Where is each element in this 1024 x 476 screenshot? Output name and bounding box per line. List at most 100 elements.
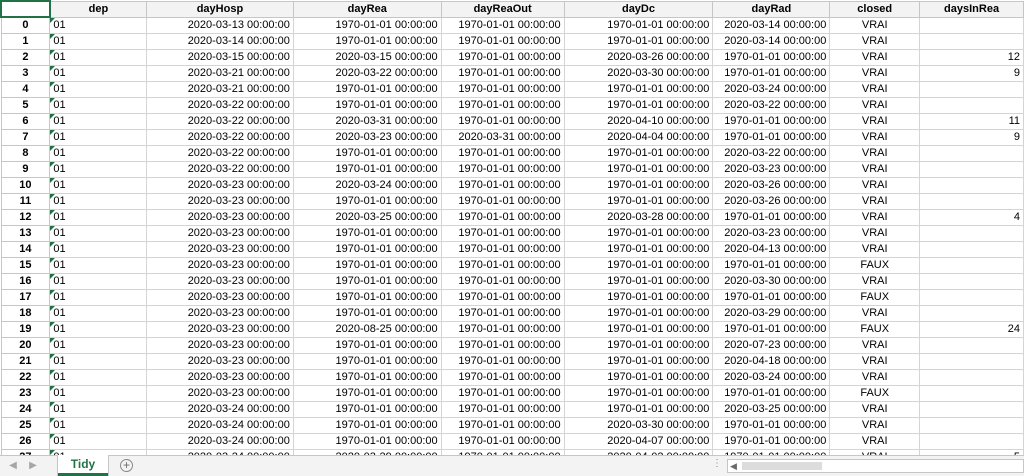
- row-header[interactable]: 16: [0, 273, 51, 290]
- cell-closed[interactable]: VRAI: [829, 161, 921, 178]
- cell-dayreaout[interactable]: 1970-01-01 00:00:00: [440, 113, 565, 130]
- tab-split-handle-icon[interactable]: ⋮: [712, 458, 723, 469]
- horizontal-scrollbar[interactable]: ◀: [727, 459, 1024, 473]
- cell-closed[interactable]: FAUX: [829, 385, 921, 402]
- row-header[interactable]: 23: [0, 385, 51, 402]
- cell-dayrad[interactable]: 2020-03-24 00:00:00: [712, 81, 831, 98]
- cell-closed[interactable]: VRAI: [829, 113, 921, 130]
- cell-dayhosp[interactable]: 2020-03-23 00:00:00: [146, 353, 294, 370]
- cell-dayrad[interactable]: 2020-03-30 00:00:00: [712, 273, 831, 290]
- cell-dayrea[interactable]: 1970-01-01 00:00:00: [292, 241, 442, 258]
- cell-dep[interactable]: 01: [49, 209, 148, 226]
- cell-dayrea[interactable]: 1970-01-01 00:00:00: [292, 97, 442, 114]
- cell-closed[interactable]: VRAI: [829, 65, 921, 82]
- cell-dayhosp[interactable]: 2020-03-13 00:00:00: [146, 16, 294, 34]
- row-header[interactable]: 2: [0, 49, 51, 66]
- cell-daydc[interactable]: 1970-01-01 00:00:00: [563, 273, 714, 290]
- cell-closed[interactable]: VRAI: [829, 433, 921, 450]
- cell-closed[interactable]: VRAI: [829, 225, 921, 242]
- cell-dayreaout[interactable]: 1970-01-01 00:00:00: [440, 225, 565, 242]
- cell-dep[interactable]: 01: [49, 353, 148, 370]
- cell-dayreaout[interactable]: 1970-01-01 00:00:00: [440, 417, 565, 434]
- cell-dayrea[interactable]: 1970-01-01 00:00:00: [292, 33, 442, 50]
- cell-dayrad[interactable]: 2020-03-14 00:00:00: [712, 16, 831, 34]
- cell-daydc[interactable]: 2020-04-10 00:00:00: [563, 113, 714, 130]
- cell-daydc[interactable]: 1970-01-01 00:00:00: [563, 257, 714, 274]
- cell-dayrea[interactable]: 1970-01-01 00:00:00: [292, 273, 442, 290]
- cell-dep[interactable]: 01: [49, 369, 148, 386]
- cell-dayreaout[interactable]: 1970-01-01 00:00:00: [440, 385, 565, 402]
- cell-dayhosp[interactable]: 2020-03-23 00:00:00: [146, 321, 294, 338]
- cell-dep[interactable]: 01: [49, 193, 148, 210]
- cell-daydc[interactable]: 1970-01-01 00:00:00: [563, 193, 714, 210]
- scrollbar-thumb[interactable]: [742, 462, 822, 470]
- column-header-dayrad[interactable]: dayRad: [712, 0, 831, 18]
- cell-dep[interactable]: 01: [49, 225, 148, 242]
- cell-dayreaout[interactable]: 1970-01-01 00:00:00: [440, 49, 565, 66]
- cell-closed[interactable]: VRAI: [829, 145, 921, 162]
- column-header-daysinrea[interactable]: daysInRea: [919, 0, 1024, 18]
- cell-dayrad[interactable]: 2020-03-14 00:00:00: [712, 33, 831, 50]
- cell-dayrea[interactable]: 2020-08-25 00:00:00: [292, 321, 442, 338]
- cell-daysinrea[interactable]: [919, 145, 1024, 162]
- cell-closed[interactable]: VRAI: [829, 129, 921, 146]
- cell-dayreaout[interactable]: 1970-01-01 00:00:00: [440, 145, 565, 162]
- cell-daysinrea[interactable]: [919, 81, 1024, 98]
- cell-dayreaout[interactable]: 1970-01-01 00:00:00: [440, 193, 565, 210]
- cell-daydc[interactable]: 1970-01-01 00:00:00: [563, 16, 714, 34]
- cell-dayreaout[interactable]: 1970-01-01 00:00:00: [440, 289, 565, 306]
- cell-daysinrea[interactable]: [919, 337, 1024, 354]
- cell-dayreaout[interactable]: 1970-01-01 00:00:00: [440, 241, 565, 258]
- cell-dayrea[interactable]: 2020-03-25 00:00:00: [292, 209, 442, 226]
- cell-dayrad[interactable]: 2020-03-24 00:00:00: [712, 369, 831, 386]
- cell-dep[interactable]: 01: [49, 97, 148, 114]
- cell-closed[interactable]: FAUX: [829, 289, 921, 306]
- cell-dayreaout[interactable]: 1970-01-01 00:00:00: [440, 97, 565, 114]
- cell-dayreaout[interactable]: 1970-01-01 00:00:00: [440, 65, 565, 82]
- row-header[interactable]: 12: [0, 209, 51, 226]
- cell-dayrea[interactable]: 1970-01-01 00:00:00: [292, 305, 442, 322]
- cell-dayhosp[interactable]: 2020-03-23 00:00:00: [146, 225, 294, 242]
- cell-daysinrea[interactable]: [919, 33, 1024, 50]
- row-header[interactable]: 26: [0, 433, 51, 450]
- cell-closed[interactable]: VRAI: [829, 305, 921, 322]
- cell-dayreaout[interactable]: 1970-01-01 00:00:00: [440, 177, 565, 194]
- cell-dayhosp[interactable]: 2020-03-23 00:00:00: [146, 193, 294, 210]
- cell-daydc[interactable]: 2020-04-07 00:00:00: [563, 433, 714, 450]
- cell-dayrea[interactable]: 1970-01-01 00:00:00: [292, 401, 442, 418]
- cell-daysinrea[interactable]: [919, 16, 1024, 34]
- scroll-left-icon[interactable]: ◀: [730, 460, 737, 472]
- cell-dayrad[interactable]: 1970-01-01 00:00:00: [712, 65, 831, 82]
- cell-dayreaout[interactable]: 1970-01-01 00:00:00: [440, 353, 565, 370]
- cell-closed[interactable]: VRAI: [829, 273, 921, 290]
- cell-dayrea[interactable]: 2020-03-23 00:00:00: [292, 129, 442, 146]
- cell-dayrad[interactable]: 2020-03-23 00:00:00: [712, 161, 831, 178]
- cell-dayrea[interactable]: 2020-03-15 00:00:00: [292, 49, 442, 66]
- cell-closed[interactable]: VRAI: [829, 209, 921, 226]
- cell-dep[interactable]: 01: [49, 385, 148, 402]
- cell-dayrad[interactable]: 1970-01-01 00:00:00: [712, 417, 831, 434]
- cell-daysinrea[interactable]: 24: [919, 321, 1024, 338]
- cell-dep[interactable]: 01: [49, 273, 148, 290]
- cell-dayrea[interactable]: 1970-01-01 00:00:00: [292, 385, 442, 402]
- row-header[interactable]: 18: [0, 305, 51, 322]
- cell-closed[interactable]: VRAI: [829, 97, 921, 114]
- cell-dayreaout[interactable]: 1970-01-01 00:00:00: [440, 305, 565, 322]
- column-header-dayhosp[interactable]: dayHosp: [146, 0, 294, 18]
- cell-dayhosp[interactable]: 2020-03-14 00:00:00: [146, 33, 294, 50]
- cell-daydc[interactable]: 2020-03-30 00:00:00: [563, 417, 714, 434]
- cell-daysinrea[interactable]: 11: [919, 113, 1024, 130]
- cell-dep[interactable]: 01: [49, 33, 148, 50]
- cell-dayrea[interactable]: 1970-01-01 00:00:00: [292, 369, 442, 386]
- cell-dayrad[interactable]: 2020-04-18 00:00:00: [712, 353, 831, 370]
- cell-dayhosp[interactable]: 2020-03-23 00:00:00: [146, 369, 294, 386]
- cell-daydc[interactable]: 1970-01-01 00:00:00: [563, 289, 714, 306]
- cell-dayrad[interactable]: 1970-01-01 00:00:00: [712, 129, 831, 146]
- cell-dep[interactable]: 01: [49, 16, 148, 34]
- cell-dep[interactable]: 01: [49, 177, 148, 194]
- cell-dayhosp[interactable]: 2020-03-23 00:00:00: [146, 337, 294, 354]
- row-header[interactable]: 0: [0, 16, 51, 34]
- row-header[interactable]: 15: [0, 257, 51, 274]
- row-header[interactable]: 5: [0, 97, 51, 114]
- cell-daysinrea[interactable]: [919, 369, 1024, 386]
